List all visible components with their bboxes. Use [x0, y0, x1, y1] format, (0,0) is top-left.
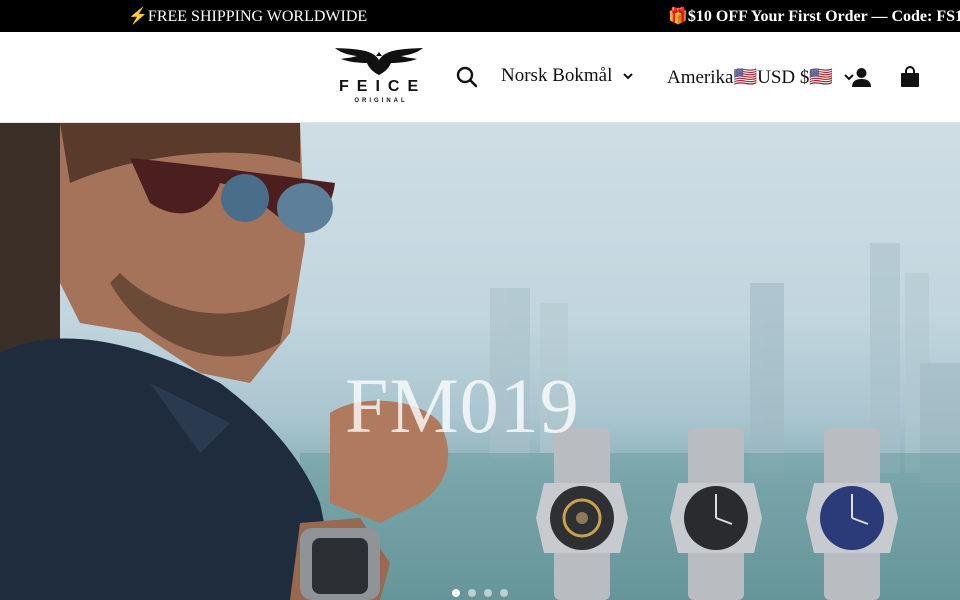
account-icon	[852, 68, 871, 87]
brand-subtitle: ORIGINAL	[354, 98, 408, 104]
account-button[interactable]	[851, 67, 872, 88]
carousel-dot[interactable]	[484, 589, 492, 597]
search-button[interactable]	[456, 66, 478, 88]
search-icon	[456, 66, 478, 88]
carousel-dot[interactable]	[468, 589, 476, 597]
announcement-shipping: ⚡FREE SHIPPING WORLDWIDE	[128, 8, 368, 25]
brand-logo[interactable]: FEICE ORIGINAL	[333, 46, 425, 108]
currency-label: Amerika🇺🇸USD $🇺🇸	[667, 67, 834, 88]
carousel-dot[interactable]	[452, 589, 460, 597]
hero-title: FM019	[345, 362, 580, 449]
brand-wordmark: FEICE	[339, 78, 427, 95]
language-selector[interactable]: Norsk Bokmål	[501, 65, 634, 87]
cart-button[interactable]	[900, 66, 920, 88]
announcement-bar: ⚡FREE SHIPPING WORLDWIDE 🎁$10 OFF Your F…	[0, 0, 960, 32]
currency-selector[interactable]: Amerika🇺🇸USD $🇺🇸	[667, 65, 855, 89]
site-header: FEICE ORIGINAL Norsk Bokmål Amerika🇺🇸USD…	[0, 32, 960, 123]
language-label: Norsk Bokmål	[501, 65, 613, 86]
hero-banner[interactable]: FM019	[0, 123, 960, 600]
carousel-dots	[452, 589, 508, 597]
eagle-logo-icon	[335, 48, 423, 75]
cart-icon	[901, 66, 919, 87]
carousel-dot[interactable]	[500, 589, 508, 597]
chevron-down-icon	[623, 73, 634, 80]
announcement-discount: 🎁$10 OFF Your First Order — Code: FS10	[668, 8, 960, 25]
